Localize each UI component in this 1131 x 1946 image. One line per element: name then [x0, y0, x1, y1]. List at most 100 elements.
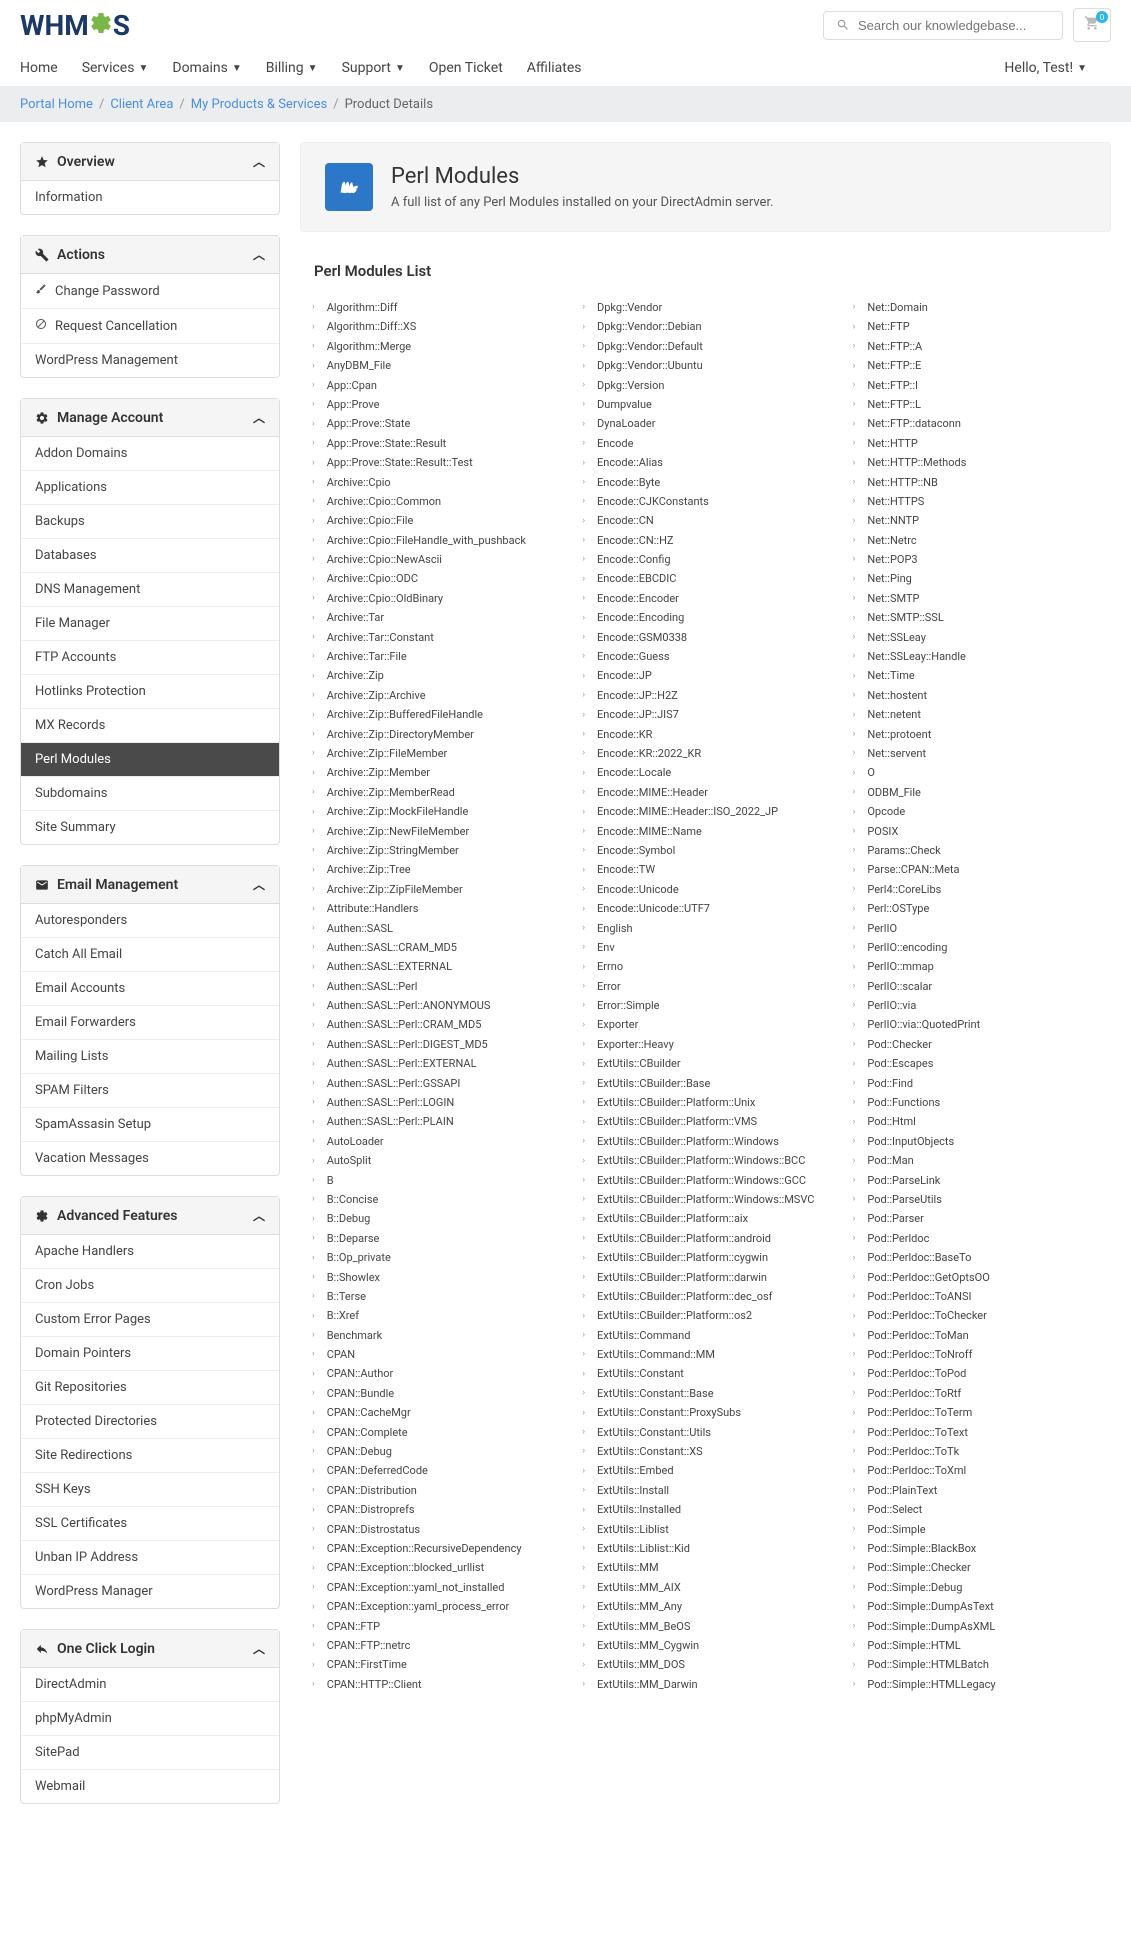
nav-support[interactable]: Support▼ — [342, 60, 405, 76]
module-item[interactable]: ›CPAN::CacheMgr — [300, 1403, 570, 1422]
module-item[interactable]: ›ExtUtils::MM_BeOS — [570, 1617, 840, 1636]
module-item[interactable]: ›ExtUtils::Install — [570, 1481, 840, 1500]
nav-home[interactable]: Home — [20, 60, 58, 76]
sidebar-item-wordpress-management[interactable]: WordPress Management — [21, 344, 279, 377]
module-item[interactable]: ›ExtUtils::MM — [570, 1558, 840, 1577]
module-item[interactable]: ›Encode::Encoding — [570, 608, 840, 627]
module-item[interactable]: ›Authen::SASL::Perl::PLAIN — [300, 1112, 570, 1131]
module-item[interactable]: ›AutoLoader — [300, 1132, 570, 1151]
module-item[interactable]: ›Net::HTTP::NB — [841, 473, 1111, 492]
module-item[interactable]: ›ExtUtils::CBuilder::Platform::dec_osf — [570, 1287, 840, 1306]
module-item[interactable]: ›Algorithm::Merge — [300, 337, 570, 356]
module-item[interactable]: ›Encode::Unicode — [570, 880, 840, 899]
module-item[interactable]: ›CPAN::Debug — [300, 1442, 570, 1461]
module-item[interactable]: ›ExtUtils::MM_Any — [570, 1597, 840, 1616]
module-item[interactable]: ›App::Prove::State::Result::Test — [300, 453, 570, 472]
module-item[interactable]: ›Archive::Zip::Member — [300, 763, 570, 782]
module-item[interactable]: ›Pod::Simple::BlackBox — [841, 1539, 1111, 1558]
module-item[interactable]: ›Encode::TW — [570, 860, 840, 879]
module-item[interactable]: ›ExtUtils::MM_Darwin — [570, 1675, 840, 1694]
module-item[interactable]: ›Net::SSLeay::Handle — [841, 647, 1111, 666]
module-item[interactable]: ›CPAN::Complete — [300, 1423, 570, 1442]
module-item[interactable]: ›Archive::Zip — [300, 666, 570, 685]
module-item[interactable]: ›CPAN::Distribution — [300, 1481, 570, 1500]
module-item[interactable]: ›AutoSplit — [300, 1151, 570, 1170]
module-item[interactable]: ›App::Prove — [300, 395, 570, 414]
module-item[interactable]: ›Encode::MIME::Header — [570, 783, 840, 802]
module-item[interactable]: ›CPAN::Exception::yaml_process_error — [300, 1597, 570, 1616]
module-item[interactable]: ›Archive::Zip::StringMember — [300, 841, 570, 860]
nav-open-ticket[interactable]: Open Ticket — [429, 60, 503, 76]
module-item[interactable]: ›Pod::Simple::HTML — [841, 1636, 1111, 1655]
module-item[interactable]: ›Encode — [570, 434, 840, 453]
module-item[interactable]: ›ExtUtils::Command::MM — [570, 1345, 840, 1364]
module-item[interactable]: ›CPAN::FTP — [300, 1617, 570, 1636]
module-item[interactable]: ›Algorithm::Diff::XS — [300, 317, 570, 336]
sidebar-item-file-manager[interactable]: File Manager — [21, 607, 279, 641]
module-item[interactable]: ›Pod::Perldoc::ToChecker — [841, 1306, 1111, 1325]
module-item[interactable]: ›Net::HTTP::Methods — [841, 453, 1111, 472]
sidebar-item-mx-records[interactable]: MX Records — [21, 709, 279, 743]
module-item[interactable]: ›Net::servent — [841, 744, 1111, 763]
module-item[interactable]: ›Encode::MIME::Name — [570, 822, 840, 841]
module-item[interactable]: ›Encode::CJKConstants — [570, 492, 840, 511]
module-item[interactable]: ›O — [841, 763, 1111, 782]
module-item[interactable]: ›Encode::Alias — [570, 453, 840, 472]
module-item[interactable]: ›Net::Ping — [841, 569, 1111, 588]
module-item[interactable]: ›Net::Netrc — [841, 531, 1111, 550]
module-item[interactable]: ›B::Op_private — [300, 1248, 570, 1267]
module-item[interactable]: ›ExtUtils::CBuilder::Platform::cygwin — [570, 1248, 840, 1267]
module-item[interactable]: ›App::Prove::State — [300, 414, 570, 433]
module-item[interactable]: ›Benchmark — [300, 1326, 570, 1345]
module-item[interactable]: ›Pod::Perldoc::ToMan — [841, 1326, 1111, 1345]
sidebar-item-change-password[interactable]: Change Password — [21, 274, 279, 309]
module-item[interactable]: ›CPAN::FirstTime — [300, 1655, 570, 1674]
module-item[interactable]: ›PerlIO::mmap — [841, 957, 1111, 976]
sidebar-item-sitepad[interactable]: SitePad — [21, 1736, 279, 1770]
module-item[interactable]: ›Encode::Locale — [570, 763, 840, 782]
module-item[interactable]: ›Pod::Simple::HTMLLegacy — [841, 1675, 1111, 1694]
module-item[interactable]: ›Pod::Perldoc::BaseTo — [841, 1248, 1111, 1267]
overview-header[interactable]: Overview︿ — [21, 143, 279, 181]
search-input[interactable] — [858, 18, 1050, 33]
module-item[interactable]: ›CPAN — [300, 1345, 570, 1364]
module-item[interactable]: ›CPAN::Exception::RecursiveDependency — [300, 1539, 570, 1558]
module-item[interactable]: ›DynaLoader — [570, 414, 840, 433]
sidebar-item-request-cancellation[interactable]: Request Cancellation — [21, 309, 279, 344]
nav-user[interactable]: Hello, Test!▼ — [1004, 60, 1087, 76]
module-item[interactable]: ›Net::FTP::E — [841, 356, 1111, 375]
sidebar-item-ssl-certificates[interactable]: SSL Certificates — [21, 1507, 279, 1541]
sidebar-item-cron-jobs[interactable]: Cron Jobs — [21, 1269, 279, 1303]
module-item[interactable]: ›ExtUtils::MM_Cygwin — [570, 1636, 840, 1655]
module-item[interactable]: ›PerlIO::via — [841, 996, 1111, 1015]
sidebar-item-phpmyadmin[interactable]: phpMyAdmin — [21, 1702, 279, 1736]
sidebar-item-domain-pointers[interactable]: Domain Pointers — [21, 1337, 279, 1371]
module-item[interactable]: ›CPAN::Distroprefs — [300, 1500, 570, 1519]
module-item[interactable]: ›Encode::KR — [570, 725, 840, 744]
breadcrumb-item[interactable]: Client Area — [110, 97, 173, 112]
nav-domains[interactable]: Domains▼ — [172, 60, 241, 76]
module-item[interactable]: ›Archive::Cpio::ODC — [300, 569, 570, 588]
module-item[interactable]: ›Pod::Perldoc::GetOptsOO — [841, 1268, 1111, 1287]
module-item[interactable]: ›B::Deparse — [300, 1229, 570, 1248]
module-item[interactable]: ›ExtUtils::Constant — [570, 1364, 840, 1383]
module-item[interactable]: ›Archive::Zip::FileMember — [300, 744, 570, 763]
module-item[interactable]: ›ExtUtils::Constant::ProxySubs — [570, 1403, 840, 1422]
module-item[interactable]: ›Encode::GSM0338 — [570, 628, 840, 647]
module-item[interactable]: ›Pod::Parser — [841, 1209, 1111, 1228]
module-item[interactable]: ›Encode::KR::2022_KR — [570, 744, 840, 763]
module-item[interactable]: ›Authen::SASL::Perl::LOGIN — [300, 1093, 570, 1112]
module-item[interactable]: ›Dumpvalue — [570, 395, 840, 414]
module-item[interactable]: ›AnyDBM_File — [300, 356, 570, 375]
module-item[interactable]: ›Pod::ParseUtils — [841, 1190, 1111, 1209]
module-item[interactable]: ›Opcode — [841, 802, 1111, 821]
sidebar-item-information[interactable]: Information — [21, 181, 279, 214]
sidebar-item-ftp-accounts[interactable]: FTP Accounts — [21, 641, 279, 675]
module-item[interactable]: ›Net::NNTP — [841, 511, 1111, 530]
module-item[interactable]: ›Pod::Perldoc::ToTk — [841, 1442, 1111, 1461]
module-item[interactable]: ›Archive::Zip::BufferedFileHandle — [300, 705, 570, 724]
module-item[interactable]: ›Encode::JP — [570, 666, 840, 685]
module-item[interactable]: ›ExtUtils::Liblist — [570, 1520, 840, 1539]
module-item[interactable]: ›Algorithm::Diff — [300, 298, 570, 317]
module-item[interactable]: ›Pod::Escapes — [841, 1054, 1111, 1073]
